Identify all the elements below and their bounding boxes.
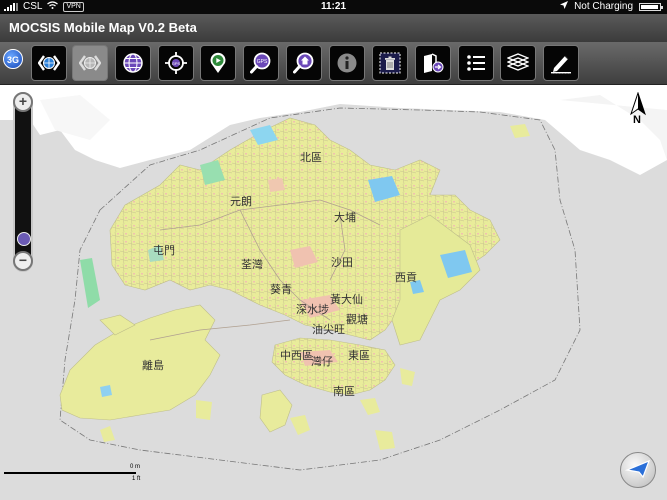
district-label: 沙田 <box>331 256 353 269</box>
north-arrow: N <box>626 91 650 128</box>
district-label: 觀塘 <box>346 313 368 326</box>
info-button[interactable] <box>329 45 365 81</box>
zoom-in-button[interactable]: + <box>13 92 33 112</box>
globe-icon <box>123 53 143 73</box>
gps-locate-button[interactable]: GPS <box>158 45 194 81</box>
location-arrow-icon <box>560 0 569 14</box>
gps-search-icon: GPS <box>250 52 271 74</box>
district-label: 葵青 <box>270 283 292 296</box>
district-label: 東區 <box>348 349 370 362</box>
district-label: 北區 <box>300 151 322 164</box>
app-title: MOCSIS Mobile Map V0.2 Beta <box>9 20 197 35</box>
map-toolbar: GPS GPS <box>0 42 667 85</box>
status-bar: CSL VPN 11:21 Not Charging <box>0 0 667 14</box>
district-label: 油尖旺 <box>312 323 345 336</box>
battery-icon <box>639 3 663 11</box>
clear-button[interactable] <box>372 45 408 81</box>
district-label: 元朗 <box>230 195 252 208</box>
district-label: 荃灣 <box>241 258 263 271</box>
full-extent-button[interactable] <box>115 45 151 81</box>
layers-icon <box>507 53 529 71</box>
district-label: 離島 <box>142 359 164 372</box>
globe-back-forward-pressed-icon <box>79 55 101 71</box>
pencil-icon <box>551 55 571 74</box>
district-label: 中西區 <box>280 349 313 362</box>
locate-me-button[interactable] <box>620 452 656 488</box>
zoom-slider-thumb[interactable] <box>17 232 31 246</box>
play-location-icon <box>210 52 226 73</box>
scale-line <box>4 472 136 474</box>
globe-forward-button[interactable] <box>72 45 108 81</box>
draw-button[interactable] <box>543 45 579 81</box>
north-arrow-icon <box>630 91 646 116</box>
trash-icon <box>379 52 401 74</box>
info-icon <box>337 53 357 73</box>
gps-target-icon: GPS <box>165 52 187 74</box>
home-search-icon <box>293 52 314 74</box>
district-label: 大埔 <box>334 211 356 224</box>
network-badge: 3G <box>3 49 23 69</box>
play-location-button[interactable] <box>200 45 236 81</box>
district-label: 西貢 <box>395 271 417 284</box>
district-label: 深水埗 <box>296 303 329 316</box>
globe-back-forward-icon <box>38 55 60 71</box>
charging-status: Not Charging <box>574 1 633 12</box>
zoom-out-button[interactable]: − <box>13 251 33 271</box>
globe-back-forward-button[interactable] <box>31 45 67 81</box>
map-view[interactable]: 北區 元朗 大埔 屯門 荃灣 沙田 西貢 葵青 黃大仙 深水埗 觀塘 油尖旺 離… <box>0 85 667 500</box>
scale-label-metric: 0 m <box>130 464 141 470</box>
layers-button[interactable] <box>500 45 536 81</box>
district-label: 灣仔 <box>311 355 333 368</box>
district-label: 黃大仙 <box>330 293 363 306</box>
gps-search-button[interactable]: GPS <box>243 45 279 81</box>
home-search-button[interactable] <box>286 45 322 81</box>
title-bar: MOCSIS Mobile Map V0.2 Beta <box>0 14 667 42</box>
location-arrow-icon <box>624 459 651 479</box>
bookmark-forward-button[interactable] <box>415 45 451 81</box>
list-icon <box>467 55 485 71</box>
book-forward-icon <box>424 53 444 73</box>
scale-label-imperial: 1 ft <box>132 476 141 482</box>
district-label: 屯門 <box>153 244 175 257</box>
district-label: 南區 <box>333 385 355 398</box>
list-button[interactable] <box>458 45 494 81</box>
north-label: N <box>633 114 641 126</box>
scale-bar: 0 m 1 ft <box>4 460 144 490</box>
svg-text:GPS: GPS <box>257 59 268 65</box>
svg-text:GPS: GPS <box>172 61 181 66</box>
